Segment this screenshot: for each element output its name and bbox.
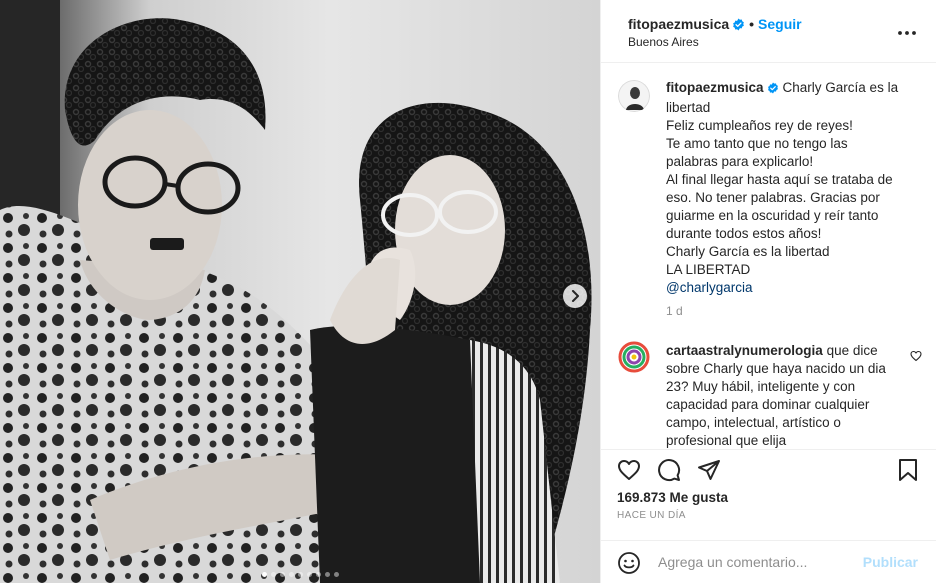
carousel-dot xyxy=(333,572,339,577)
post-header: fitopaezmusica • Seguir Buenos Aires xyxy=(601,0,936,63)
comment-item: cartaastralynumerologia que dice sobre C… xyxy=(666,342,896,448)
caption-line: palabras para explicarlo! xyxy=(666,154,814,169)
caption-line: Al final llegar hasta aquí se trataba de xyxy=(666,172,893,187)
comment-username[interactable]: cartaastralynumerologia xyxy=(666,343,823,358)
carousel-dot xyxy=(270,572,276,577)
caption-line: Te amo tanto que no tengo las xyxy=(666,136,848,151)
comment-line: 23? Muy hábil, inteligente y con xyxy=(666,379,856,394)
caption-line: libertad xyxy=(666,100,711,115)
share-icon[interactable] xyxy=(697,458,721,487)
post-caption: fitopaezmusica Charly García es la libert… xyxy=(666,79,916,320)
carousel-dot xyxy=(288,572,294,577)
caption-username[interactable]: fitopaezmusica xyxy=(666,80,764,95)
comment-input[interactable] xyxy=(656,553,865,571)
heart-icon[interactable] xyxy=(617,458,641,487)
comment-icon[interactable] xyxy=(657,458,681,487)
carousel-dot xyxy=(306,572,312,577)
publish-button[interactable]: Publicar xyxy=(863,554,918,570)
verified-badge-icon xyxy=(732,18,745,34)
carousel-dot xyxy=(315,572,321,577)
header-separator: • xyxy=(749,16,755,32)
post-photo xyxy=(0,0,600,583)
caption-line: Charly García es la libertad xyxy=(666,244,830,259)
author-username[interactable]: fitopaezmusica xyxy=(628,16,729,32)
comment-composer: Publicar xyxy=(601,540,936,583)
carousel-indicator xyxy=(0,572,600,577)
post-timestamp: HACE UN DÍA xyxy=(617,510,686,521)
carousel-dot xyxy=(261,572,267,577)
comment-text: que dice xyxy=(826,343,878,358)
caption-mention-link[interactable]: @charlygarcia xyxy=(666,279,916,297)
header-user-row: fitopaezmusica • Seguir xyxy=(628,16,802,34)
comment-line: capacidad para dominar cualquier xyxy=(666,397,870,412)
caption-line: LA LIBERTAD xyxy=(666,262,751,277)
commenter-avatar[interactable] xyxy=(618,341,650,373)
caption-line: guiarme en la oscuridad y reír tanto xyxy=(666,208,879,223)
chevron-right-icon xyxy=(572,290,579,302)
caption-line: eso. No tener palabras. Gracias por xyxy=(666,190,880,205)
follow-button[interactable]: Seguir xyxy=(758,16,802,32)
bookmark-icon[interactable] xyxy=(897,458,919,487)
post-side-panel: fitopaezmusica • Seguir Buenos Aires fito… xyxy=(600,0,936,583)
carousel-dot xyxy=(324,572,330,577)
caption-line: durante todos estos años! xyxy=(666,226,822,241)
post-location[interactable]: Buenos Aires xyxy=(628,35,699,49)
more-options-icon[interactable] xyxy=(898,22,916,40)
post-actions: 169.873 Me gusta HACE UN DÍA xyxy=(601,449,936,539)
post-media[interactable] xyxy=(0,0,600,583)
likes-count[interactable]: 169.873 Me gusta xyxy=(617,490,728,505)
caption-text: Charly García es la xyxy=(782,80,899,95)
carousel-dot xyxy=(279,572,285,577)
caption-time[interactable]: 1 d xyxy=(666,302,916,320)
comment-line: sobre Charly que haya nacido un dia xyxy=(666,361,886,376)
comments-list[interactable]: fitopaezmusica Charly García es la libert… xyxy=(601,64,936,448)
caption-line: Feliz cumpleaños rey de reyes! xyxy=(666,118,853,133)
carousel-next-button[interactable] xyxy=(563,284,587,308)
verified-badge-icon xyxy=(767,81,779,99)
heart-outline-icon[interactable] xyxy=(910,349,922,367)
comment-line: campo, intelectual, artístico o xyxy=(666,415,841,430)
carousel-dot xyxy=(297,572,303,577)
author-avatar[interactable] xyxy=(618,80,650,112)
emoji-icon[interactable] xyxy=(617,551,641,580)
comment-line: profesional que elija xyxy=(666,433,787,448)
